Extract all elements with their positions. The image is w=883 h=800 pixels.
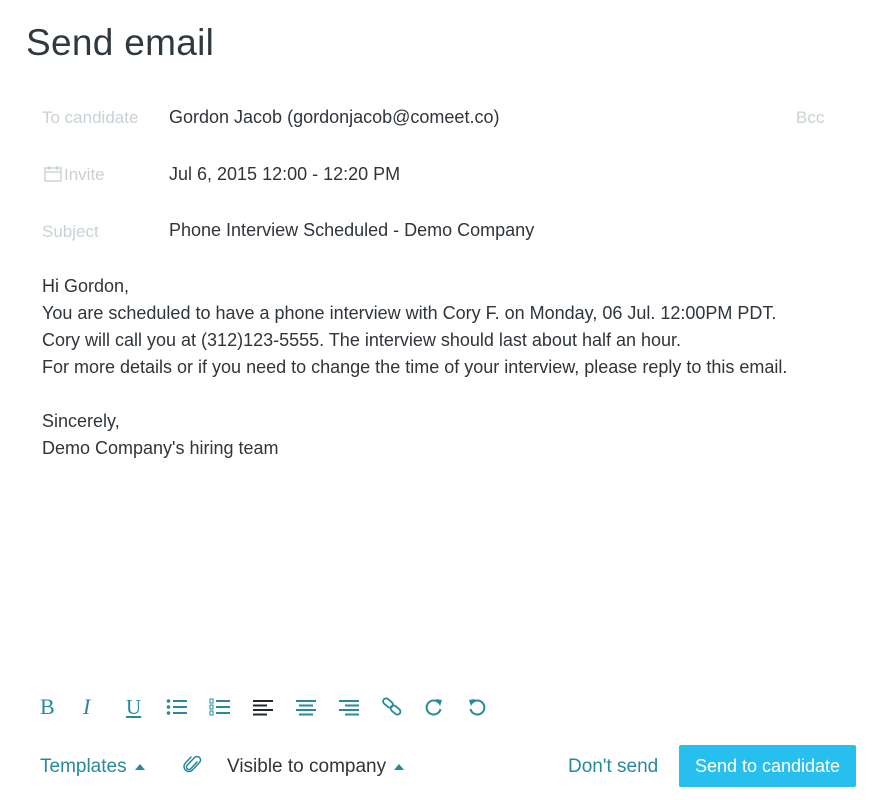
underline-icon: U <box>126 694 142 719</box>
italic-icon: I <box>83 694 91 719</box>
align-right-icon <box>339 700 359 716</box>
message-line: You are scheduled to have a phone interv… <box>42 303 777 323</box>
message-line: Sincerely, <box>42 411 120 431</box>
templates-label: Templates <box>40 756 127 777</box>
redo-icon <box>425 699 442 716</box>
redo-button[interactable] <box>424 692 467 722</box>
italic-button[interactable]: I <box>80 692 123 722</box>
visibility-label: Visible to company <box>227 756 387 777</box>
link-icon <box>382 697 402 716</box>
invite-label-group: Invite <box>44 165 105 187</box>
caret-up-icon <box>134 754 145 776</box>
bullet-list-icon <box>166 699 187 715</box>
subject-label: Subject <box>42 222 99 241</box>
send-to-candidate-button[interactable]: Send to candidate <box>679 745 856 787</box>
page-title: Send email <box>26 22 215 63</box>
visibility-dropdown[interactable]: Visible to company <box>227 754 405 778</box>
align-left-button[interactable] <box>252 692 295 722</box>
caret-up-icon <box>394 754 405 776</box>
subject-field[interactable]: Phone Interview Scheduled - Demo Company <box>169 220 534 241</box>
align-center-icon <box>296 700 316 716</box>
templates-dropdown[interactable]: Templates <box>40 754 145 778</box>
invite-datetime[interactable]: Jul 6, 2015 12:00 - 12:20 PM <box>169 164 400 185</box>
align-center-button[interactable] <box>295 692 338 722</box>
message-line <box>42 381 862 408</box>
align-right-button[interactable] <box>338 692 381 722</box>
bold-button[interactable]: B <box>37 692 80 722</box>
bullet-list-button[interactable] <box>166 692 209 722</box>
message-line: Hi Gordon, <box>42 276 130 296</box>
align-left-icon <box>253 700 273 716</box>
numbered-list-icon <box>209 698 230 716</box>
dont-send-button[interactable]: Don't send <box>568 756 658 778</box>
undo-icon <box>469 699 486 716</box>
footer-bar: Templates Visible to company Don't send … <box>0 745 883 787</box>
formatting-toolbar: B I U <box>37 692 510 722</box>
invite-label: Invite <box>64 165 105 184</box>
paperclip-icon <box>183 755 202 773</box>
attach-button[interactable] <box>183 754 203 781</box>
calendar-icon <box>44 165 62 187</box>
message-line: Cory will call you at (312)123-5555. The… <box>42 330 682 350</box>
message-body[interactable]: Hi Gordon, You are scheduled to have a p… <box>42 273 862 462</box>
bcc-button[interactable]: Bcc <box>796 108 824 128</box>
numbered-list-button[interactable] <box>209 692 252 722</box>
message-line: For more details or if you need to chang… <box>42 357 788 377</box>
link-button[interactable] <box>381 692 424 722</box>
to-candidate-label: To candidate <box>42 108 139 127</box>
underline-button[interactable]: U <box>123 692 166 722</box>
undo-button[interactable] <box>467 692 510 722</box>
bold-icon: B <box>40 694 55 719</box>
to-candidate-field[interactable]: Gordon Jacob (gordonjacob@comeet.co) <box>169 107 499 128</box>
message-line: Demo Company's hiring team <box>42 438 279 458</box>
